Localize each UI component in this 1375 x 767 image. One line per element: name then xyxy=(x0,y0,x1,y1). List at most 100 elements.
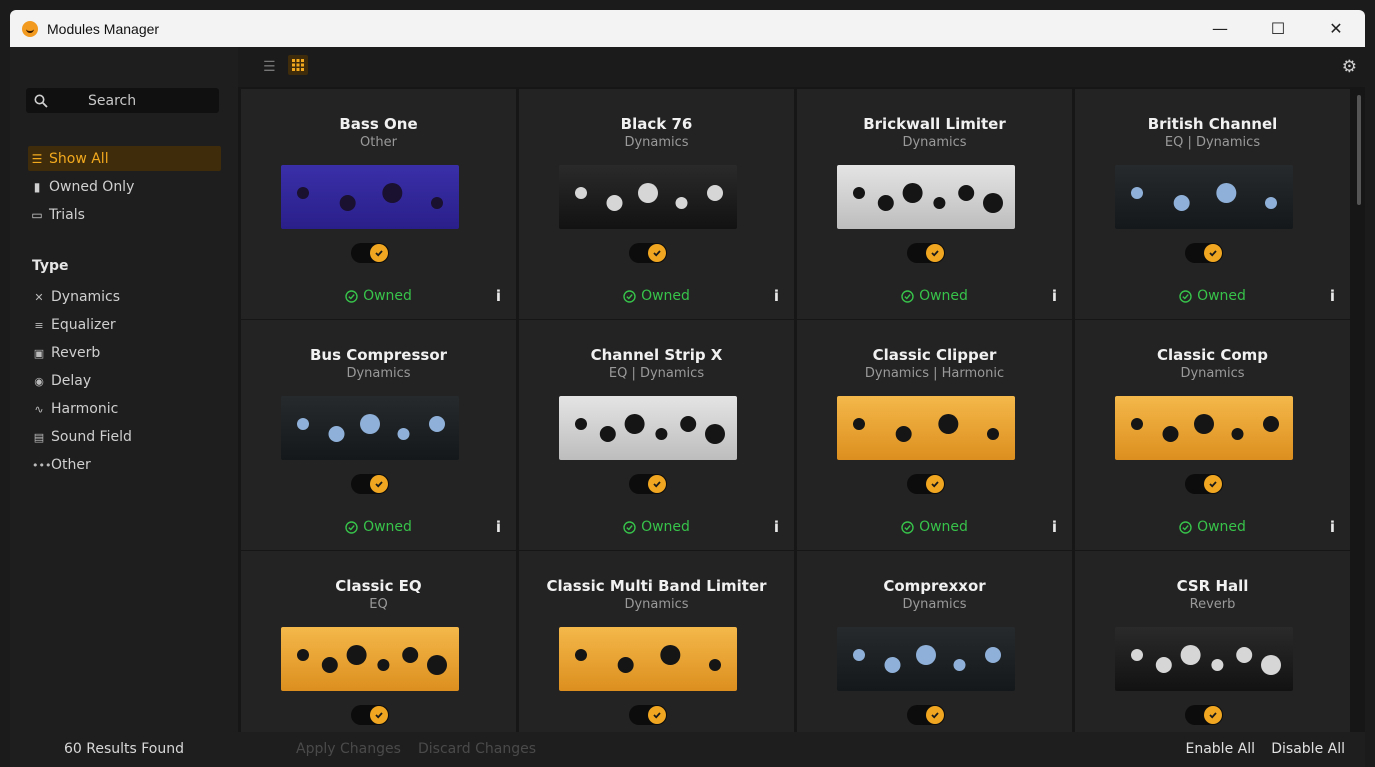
check-icon xyxy=(375,712,383,719)
enable-toggle[interactable] xyxy=(1185,705,1223,725)
module-card[interactable]: ComprexxorDynamicsOwnedi xyxy=(797,551,1072,732)
title-bar: Modules Manager — ☐ ✕ xyxy=(10,10,1365,47)
filter-trials[interactable]: ▭ Trials xyxy=(28,202,221,227)
knob-graphic xyxy=(1155,657,1172,673)
knob-graphic xyxy=(297,418,309,430)
discard-changes-button[interactable]: Discard Changes xyxy=(418,741,536,757)
module-card[interactable]: CSR HallReverbOwnedi xyxy=(1075,551,1350,732)
module-card[interactable]: British Channel EQ | Dynamics Owned i xyxy=(1075,89,1350,319)
enable-toggle[interactable] xyxy=(351,243,389,263)
search-box[interactable]: Search xyxy=(26,88,219,113)
scrollbar[interactable] xyxy=(1357,95,1361,205)
module-thumbnail xyxy=(281,396,459,460)
type-label: Other xyxy=(51,457,91,473)
grid-view-button[interactable] xyxy=(288,55,308,75)
module-thumbnail xyxy=(559,627,737,691)
filter-label: Owned Only xyxy=(49,178,135,195)
knob-graphic xyxy=(1131,187,1143,199)
module-card[interactable]: Black 76 Dynamics Owned i xyxy=(519,89,794,319)
enable-toggle[interactable] xyxy=(351,474,389,494)
enable-toggle[interactable] xyxy=(629,705,667,725)
filter-owned-only[interactable]: ▮ Owned Only xyxy=(28,174,221,199)
info-icon[interactable]: i xyxy=(496,287,501,305)
window-title: Modules Manager xyxy=(47,20,160,37)
close-button[interactable]: ✕ xyxy=(1307,10,1365,47)
module-thumbnail xyxy=(1115,165,1293,229)
module-card[interactable]: Bus Compressor Dynamics Owned i xyxy=(241,320,516,550)
module-card[interactable]: Brickwall Limiter Dynamics Owned i xyxy=(797,89,1072,319)
module-type: Dynamics xyxy=(1180,366,1245,381)
enable-toggle[interactable] xyxy=(629,474,667,494)
module-thumbnail xyxy=(281,165,459,229)
info-icon[interactable]: i xyxy=(774,287,779,305)
check-icon xyxy=(375,250,383,257)
type-item-harmonic[interactable]: ∿ Harmonic xyxy=(32,401,118,417)
owned-label: Owned xyxy=(641,519,690,535)
enable-toggle[interactable] xyxy=(907,243,945,263)
module-card[interactable]: Bass One Other Owned i xyxy=(241,89,516,319)
module-card[interactable]: Channel Strip X EQ | Dynamics Owned i xyxy=(519,320,794,550)
type-item-reverb[interactable]: ▣ Reverb xyxy=(32,345,100,361)
type-label: Reverb xyxy=(51,345,101,361)
disable-all-button[interactable]: Disable All xyxy=(1271,741,1345,757)
info-icon[interactable]: i xyxy=(1052,518,1057,536)
check-circle-icon xyxy=(901,289,914,303)
enable-toggle[interactable] xyxy=(907,474,945,494)
module-name: Classic Multi Band Limiter xyxy=(546,577,767,595)
module-card[interactable]: Classic Multi Band LimiterDynamicsOwnedi xyxy=(519,551,794,732)
owned-status: Owned xyxy=(519,288,794,304)
type-item-dynamics[interactable]: ✕ Dynamics xyxy=(32,289,120,305)
enable-toggle[interactable] xyxy=(1185,474,1223,494)
knob-graphic xyxy=(377,659,390,671)
toggle-knob xyxy=(648,706,666,724)
knob-graphic xyxy=(429,416,445,432)
knob-graphic xyxy=(1211,659,1224,671)
type-item-delay[interactable]: ◉ Delay xyxy=(32,373,91,389)
knob-graphic xyxy=(660,645,681,665)
info-icon[interactable]: i xyxy=(496,518,501,536)
reverb-icon: ▣ xyxy=(33,346,45,360)
enable-toggle[interactable] xyxy=(1185,243,1223,263)
footer: 60 Results Found Apply Changes Discard C… xyxy=(10,732,1365,767)
type-item-other[interactable]: ••• Other xyxy=(32,457,91,473)
knob-graphic xyxy=(575,649,587,661)
info-icon[interactable]: i xyxy=(774,518,779,536)
module-card[interactable]: Classic Comp Dynamics Owned i xyxy=(1075,320,1350,550)
enable-toggle[interactable] xyxy=(351,705,389,725)
toggle-knob xyxy=(926,475,944,493)
info-icon[interactable]: i xyxy=(1330,287,1335,305)
knob-graphic xyxy=(599,426,616,442)
type-label: Harmonic xyxy=(51,401,119,417)
enable-toggle[interactable] xyxy=(907,705,945,725)
module-name: Black 76 xyxy=(620,115,693,133)
enable-all-button[interactable]: Enable All xyxy=(1186,741,1256,757)
filter-label: Show All xyxy=(49,150,109,167)
owned-label: Owned xyxy=(363,519,412,535)
type-heading: Type xyxy=(32,258,69,274)
knob-graphic xyxy=(853,649,865,661)
module-card[interactable]: Classic EQEQOwnedi xyxy=(241,551,516,732)
maximize-button[interactable]: ☐ xyxy=(1249,10,1307,47)
apply-changes-button[interactable]: Apply Changes xyxy=(296,741,401,757)
knob-graphic xyxy=(938,414,959,434)
knob-graphic xyxy=(983,193,1003,213)
knob-graphic xyxy=(328,426,345,442)
filter-show-all[interactable]: ☰ Show All xyxy=(28,146,221,171)
gear-icon[interactable]: ⚙ xyxy=(1342,57,1357,77)
minimize-button[interactable]: — xyxy=(1191,10,1249,47)
knob-graphic xyxy=(606,195,623,211)
module-type: Dynamics xyxy=(624,135,689,150)
enable-toggle[interactable] xyxy=(629,243,667,263)
list-view-icon[interactable]: ☰ xyxy=(263,59,276,75)
toggle-knob xyxy=(370,475,388,493)
info-icon[interactable]: i xyxy=(1052,287,1057,305)
type-item-sound-field[interactable]: ▤ Sound Field xyxy=(32,429,132,445)
info-icon[interactable]: i xyxy=(1330,518,1335,536)
module-card[interactable]: Classic Clipper Dynamics | Harmonic Owned i xyxy=(797,320,1072,550)
toggle-knob xyxy=(1204,244,1222,262)
window-controls: — ☐ ✕ xyxy=(1191,10,1365,47)
module-thumbnail xyxy=(281,627,459,691)
type-item-equalizer[interactable]: ≡ Equalizer xyxy=(32,317,115,333)
knob-graphic xyxy=(1261,655,1281,675)
check-icon xyxy=(1209,712,1217,719)
